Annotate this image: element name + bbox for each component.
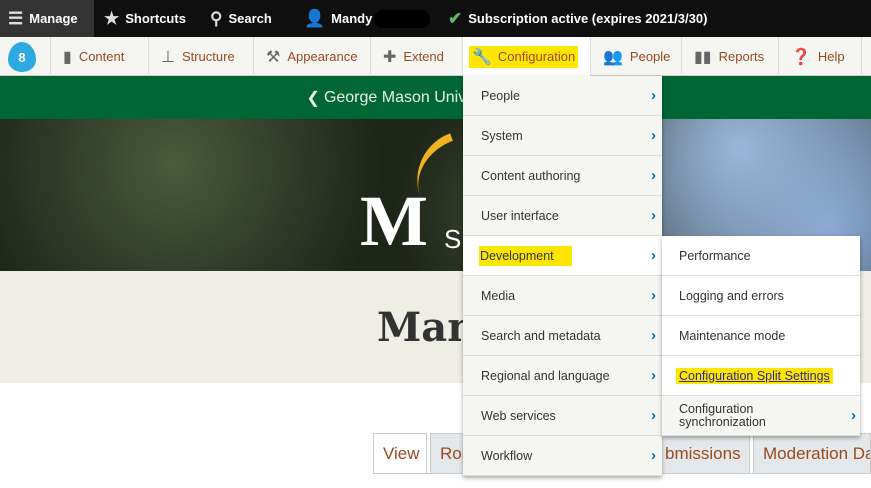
chevron-right-icon: › — [651, 87, 656, 104]
shortcuts-label: Shortcuts — [125, 11, 186, 26]
chevron-right-icon: › — [651, 247, 656, 264]
drupal-icon: 8 — [8, 41, 36, 72]
menu-item-content-authoring[interactable]: Content authoring › — [463, 156, 662, 196]
menu-item-search-metadata[interactable]: Search and metadata › — [463, 316, 662, 356]
menu-item-people[interactable]: People › — [463, 76, 662, 116]
nav-label: Help — [817, 49, 845, 64]
menu-label: System — [481, 128, 523, 143]
menu-item-system[interactable]: System › — [463, 116, 662, 156]
menu-label: Regional and language — [481, 368, 610, 383]
nav-reports[interactable]: ▮▮ Reports — [682, 37, 779, 76]
menu-label: Media — [481, 288, 516, 303]
subscription-status: ✔ Subscription active (expires 2021/3/30) — [448, 0, 707, 37]
chevron-left-icon: ❮ — [306, 89, 320, 107]
nav-label: Structure — [181, 49, 235, 64]
submenu-item-logging[interactable]: Logging and errors — [662, 276, 860, 316]
menu-item-user-interface[interactable]: User interface › — [463, 196, 662, 236]
university-logo: M — [360, 181, 428, 261]
menu-label: Workflow — [481, 448, 533, 463]
menu-label: Maintenance mode — [679, 328, 786, 343]
development-submenu: Performance Logging and errors Maintenan… — [662, 236, 860, 436]
chevron-right-icon: › — [651, 207, 656, 224]
configuration-menu: People › System › Content authoring › User … — [463, 76, 662, 476]
menu-item-development[interactable]: Development › — [463, 236, 662, 276]
help-icon: ❓ — [791, 48, 811, 66]
manage-label: Manage — [29, 11, 78, 26]
tab-submissions[interactable]: bmissions — [660, 433, 750, 473]
nav-label: People — [629, 49, 671, 64]
menu-item-media[interactable]: Media › — [463, 276, 662, 316]
menu-label: Performance — [679, 248, 751, 263]
nav-people[interactable]: 👥 People — [591, 37, 682, 76]
search-icon: ⚲ — [210, 8, 223, 28]
drupal-logo[interactable]: 8 — [0, 37, 51, 76]
nav-label: Content — [78, 49, 125, 64]
nav-configuration[interactable]: 🔧 Configuration — [463, 37, 591, 76]
admin-nav: 8 ▮ Content ⊥ Structure ⚒ Appearance ✚ Exten… — [0, 37, 871, 76]
shortcuts-button[interactable]: ★ Shortcuts — [104, 0, 186, 37]
chevron-right-icon: › — [851, 407, 856, 424]
submenu-item-config-split[interactable]: Configuration Split Settings — [662, 356, 860, 396]
highlight: 🔧 Configuration — [469, 45, 579, 68]
brush-icon: ⚒ — [266, 48, 281, 66]
submenu-item-maintenance[interactable]: Maintenance mode — [662, 316, 860, 356]
site-banner: ❮ George Mason University — [0, 76, 871, 119]
subscription-label: Subscription active (expires 2021/3/30) — [468, 11, 708, 26]
nav-label: Appearance — [287, 49, 358, 64]
chevron-right-icon: › — [651, 327, 656, 344]
config-split-link[interactable]: Configuration Split Settings — [676, 367, 833, 384]
user-label: Mandy — [331, 11, 373, 26]
puzzle-icon: ✚ — [383, 48, 397, 66]
star-icon: ★ — [104, 8, 120, 28]
admin-toolbar: ☰ Manage ★ Shortcuts ⚲ Search 👤 Mandy ✔ Subsc… — [0, 0, 871, 37]
chevron-right-icon: › — [651, 367, 656, 384]
submenu-item-config-sync[interactable]: Configuration synchronization › — [662, 396, 860, 436]
check-icon: ✔ — [448, 8, 463, 28]
nav-label: Configuration — [497, 49, 576, 64]
tab-view[interactable]: View — [373, 433, 427, 473]
menu-label: Development — [479, 245, 572, 266]
menu-item-workflow[interactable]: Workflow › — [463, 436, 662, 476]
redaction — [374, 9, 431, 28]
chevron-right-icon: › — [651, 447, 656, 464]
menu-label: Logging and errors — [679, 288, 784, 303]
nav-label: Reports — [718, 49, 765, 64]
chevron-right-icon: › — [651, 167, 656, 184]
page-title: Man — [377, 304, 477, 351]
search-button[interactable]: ⚲ Search — [210, 0, 272, 37]
manage-button[interactable]: ☰ Manage — [0, 0, 94, 37]
menu-label: Content authoring — [481, 168, 581, 183]
chevron-right-icon: › — [651, 407, 656, 424]
people-icon: 👥 — [603, 48, 623, 66]
user-icon: 👤 — [304, 8, 326, 28]
chevron-right-icon: › — [651, 287, 656, 304]
chart-icon: ▮▮ — [694, 48, 712, 66]
menu-label: Configuration synchronization — [679, 401, 766, 429]
menu-item-web-services[interactable]: Web services › — [463, 396, 662, 436]
menu-label: Web services — [481, 408, 556, 423]
nav-content[interactable]: ▮ Content — [51, 37, 149, 76]
nav-extend[interactable]: ✚ Extend — [371, 37, 463, 76]
menu-label: Search and metadata — [481, 328, 601, 343]
nav-appearance[interactable]: ⚒ Appearance — [254, 37, 371, 76]
nav-label: Extend — [403, 49, 444, 64]
menu-label: User interface — [481, 208, 559, 223]
sitemap-icon: ⊥ — [161, 48, 175, 66]
hamburger-icon: ☰ — [8, 8, 24, 28]
nav-help[interactable]: ❓ Help — [779, 37, 862, 76]
nav-structure[interactable]: ⊥ Structure — [149, 37, 254, 76]
chevron-right-icon: › — [651, 127, 656, 144]
tab-moderation[interactable]: Moderation Da — [753, 433, 871, 473]
menu-label: People — [481, 88, 520, 103]
file-icon: ▮ — [63, 48, 72, 66]
user-button[interactable]: 👤 Mandy — [304, 0, 431, 37]
menu-item-regional[interactable]: Regional and language › — [463, 356, 662, 396]
wrench-icon: 🔧 — [472, 48, 492, 66]
submenu-item-performance[interactable]: Performance — [662, 236, 860, 276]
search-label: Search — [228, 11, 272, 26]
